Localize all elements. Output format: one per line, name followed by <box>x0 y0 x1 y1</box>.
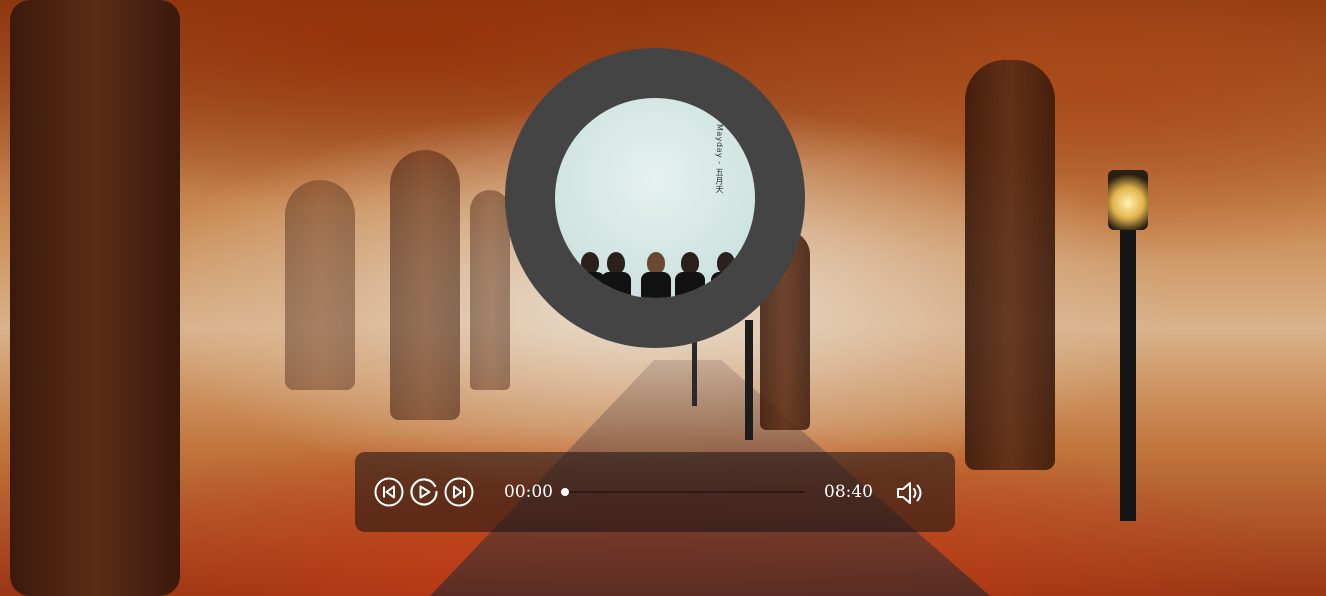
play-icon <box>410 478 438 506</box>
prev-button[interactable] <box>374 477 404 507</box>
next-button[interactable] <box>444 477 474 507</box>
band-member <box>711 252 741 298</box>
band-member <box>675 252 705 298</box>
lamp-post <box>745 320 753 440</box>
band-member <box>601 252 631 298</box>
volume-icon <box>897 482 922 504</box>
skip-previous-icon <box>374 477 404 507</box>
current-time: 00:00 <box>504 482 553 502</box>
player-control-bar: 00:00 08:40 <box>355 452 955 532</box>
tree-trunk <box>470 190 510 390</box>
tree-trunk <box>285 180 355 390</box>
skip-next-icon <box>444 477 474 507</box>
tree-trunk <box>965 60 1055 470</box>
tree-trunk <box>10 0 180 596</box>
street-lamp <box>1108 170 1148 230</box>
volume-button[interactable] <box>895 479 925 507</box>
album-cover-title: Mayday - 五月天 <box>715 124 724 194</box>
lamp-post <box>692 340 697 406</box>
progress-knob[interactable] <box>561 488 569 496</box>
progress-bar[interactable] <box>561 488 805 496</box>
tree-trunk <box>390 150 460 420</box>
album-cover: Mayday - 五月天 <box>555 98 755 298</box>
band-member <box>641 252 671 298</box>
duration-time: 08:40 <box>824 482 873 502</box>
album-disc: Mayday - 五月天 <box>505 48 805 348</box>
lamp-post <box>1120 225 1136 521</box>
play-button[interactable] <box>409 477 439 507</box>
